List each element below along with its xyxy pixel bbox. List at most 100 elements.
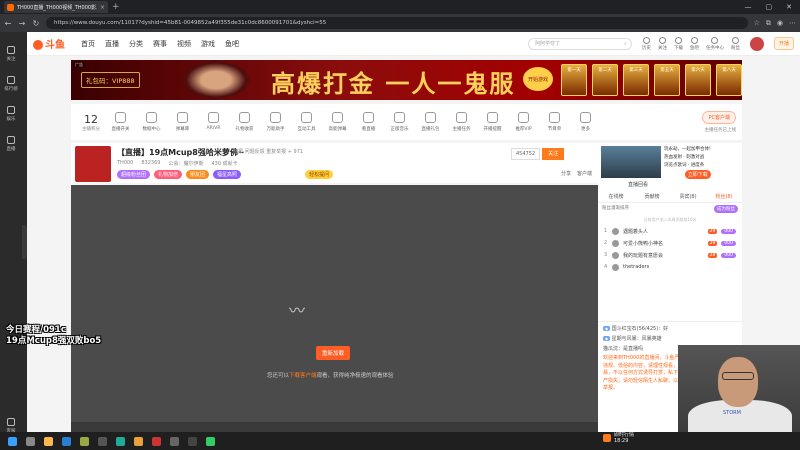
reload-button[interactable]: ↻ — [32, 19, 40, 28]
menu-home[interactable]: 首页 — [81, 39, 95, 49]
banner-slogan: 高爆打金 一人一鬼服 — [271, 69, 516, 98]
history-button[interactable]: 历史 — [642, 36, 651, 51]
become-fan-button[interactable]: 成为粉丝 — [714, 205, 738, 213]
maximize-button[interactable]: ▢ — [766, 3, 773, 11]
minimize-button[interactable]: — — [745, 3, 752, 11]
user-avatar[interactable] — [749, 36, 764, 51]
toolbar-item[interactable]: 正版音乐 — [384, 112, 415, 132]
back-button[interactable]: ← — [4, 19, 12, 28]
badge[interactable]: 福星高照 — [213, 170, 242, 179]
new-tab-button[interactable]: + — [112, 2, 120, 12]
rank-row[interactable]: 1 遇题着头人 29 000 — [598, 225, 742, 237]
toolbar-item[interactable]: 推荐VIP — [508, 112, 539, 132]
forward-button[interactable]: → — [18, 19, 26, 28]
rail-item-follow[interactable]: 关注 — [0, 46, 22, 62]
extensions-icon[interactable]: ⧉ — [766, 19, 771, 28]
download-client-link[interactable]: 下载客户端 — [289, 373, 317, 379]
profile-icon[interactable]: ◉ — [777, 19, 783, 28]
menu-yuba[interactable]: 鱼吧 — [225, 39, 239, 49]
replay-label[interactable]: 直播回看 — [598, 181, 742, 191]
toolbar-item[interactable]: AR/VR — [198, 112, 229, 132]
menu-events[interactable]: 赛事 — [153, 39, 167, 49]
app-icon[interactable] — [116, 436, 125, 446]
rank-row[interactable]: 2 可爱小熊鸭小神名 29 000 — [598, 237, 742, 249]
toolbar-item-label: 礼物收获 — [235, 127, 254, 132]
folder-icon[interactable] — [44, 436, 53, 446]
start-game-button[interactable]: 开始游戏 — [523, 67, 553, 91]
prize-item: 第二天 — [592, 64, 618, 96]
rail-item-fun[interactable]: 娱乐 — [0, 106, 22, 122]
rail-item-live[interactable]: 直播 — [0, 136, 22, 152]
toolbar-item[interactable]: 直播礼包 — [415, 112, 446, 132]
tab-vip[interactable]: 贵宾(8) — [670, 191, 706, 202]
menu-games[interactable]: 游戏 — [201, 39, 215, 49]
app-icon[interactable] — [206, 436, 215, 446]
tab-fans[interactable]: 粉丝(8) — [706, 191, 742, 202]
rail-item-rank[interactable]: 排行榜 — [0, 76, 22, 92]
reload-video-button[interactable]: 重新加载 — [316, 346, 351, 360]
client-button[interactable]: 客户端 — [577, 170, 592, 177]
toolbar-item[interactable]: 开播提醒 — [477, 112, 508, 132]
app-icon[interactable] — [134, 436, 143, 446]
share-button[interactable]: 分享 — [561, 170, 571, 177]
pc-client-button[interactable]: PC客户端 — [702, 111, 736, 124]
tab-contrib[interactable]: 贡献榜 — [634, 191, 670, 202]
toolbar-item[interactable]: 弹幕库 — [167, 112, 198, 132]
tab-close-icon[interactable]: × — [100, 4, 105, 11]
ask-button[interactable]: 轻松提问 — [305, 170, 334, 179]
rank-row[interactable]: 3 我的玩题有意愿会 28 000 — [598, 249, 742, 261]
room-report-links[interactable]: 举报 问题反馈 重复举报 + 971 — [233, 148, 303, 155]
rank-row[interactable]: 4 thetraders — [598, 261, 742, 273]
news-widget[interactable]: 即时行情 18:29 — [603, 432, 634, 444]
menu-video[interactable]: 视频 — [177, 39, 191, 49]
app-icon[interactable] — [152, 436, 161, 446]
video-player[interactable]: 〰 重新加载 您还可以下载客户端观看，获得纯净极速的观看体验 — [71, 185, 598, 432]
edge-icon[interactable] — [62, 436, 71, 446]
toolbar-item[interactable]: 更多 — [570, 112, 601, 132]
app-icon[interactable] — [188, 436, 197, 446]
toolbar-item[interactable]: 高能弹幕 — [322, 112, 353, 132]
close-window-button[interactable]: ✕ — [786, 3, 792, 11]
yuba-button[interactable]: 鱼吧 — [690, 36, 699, 51]
toolbar-item[interactable]: 看直播 — [353, 112, 384, 132]
toolbar-item[interactable]: 万能助手 — [260, 112, 291, 132]
promo-download-button[interactable]: 立即下载 — [684, 170, 711, 179]
ad-banner[interactable]: 广告 礼包码：VIP888 高爆打金 一人一鬼服 开始游戏 第一天 第二天 第三… — [71, 60, 742, 100]
app-icon[interactable] — [80, 436, 89, 446]
douyu-logo[interactable]: 斗鱼 — [33, 36, 65, 51]
browser-tab[interactable]: TH000直播_TH000视频_TH000影... × — [4, 1, 108, 13]
app-icon[interactable] — [170, 436, 179, 446]
toolbar-item[interactable]: 礼物收获 — [229, 112, 260, 132]
star-icon[interactable]: ☆ — [754, 19, 760, 28]
follow-button[interactable]: 关注 — [658, 36, 667, 51]
start-icon[interactable] — [8, 436, 17, 446]
badge[interactable]: 朋友团 — [186, 170, 210, 179]
promo-card[interactable]: 玩永劫，一起加甲合体! 热血发射 · 刺激对战 浏览点歌词 · 进度条 立即下载 — [598, 143, 742, 181]
toolbar-item[interactable]: 数据中心 — [136, 112, 167, 132]
search-icon[interactable]: ⌕ — [624, 41, 627, 47]
tab-online[interactable]: 在线榜 — [598, 191, 634, 202]
badge[interactable]: 礼物加倍 — [154, 170, 183, 179]
follow-button[interactable]: 关注 — [542, 148, 565, 160]
task-center-button[interactable]: 任务中心 — [706, 36, 724, 51]
streamer-avatar[interactable] — [75, 146, 111, 182]
douyu-favicon-icon — [7, 3, 14, 11]
search-icon[interactable] — [26, 436, 35, 446]
url-input[interactable]: https://www.douyu.com/11017?dyshid=45b81… — [46, 17, 748, 29]
open-live-button[interactable]: 开播 — [773, 37, 794, 50]
fans-button[interactable]: 粉丝 — [731, 36, 740, 51]
toolbar-item[interactable]: 直播开关 — [105, 112, 136, 132]
guild-name[interactable]: 公会：魔尔伊斯 — [168, 160, 203, 167]
toolbar-item[interactable]: 主播任务 — [446, 112, 477, 132]
toolbar-item[interactable]: 互动工具 — [291, 112, 322, 132]
badge[interactable]: 超级粉丝团 — [117, 170, 151, 179]
streamer-level[interactable]: 12 主播积分 — [77, 113, 105, 132]
streamer-name[interactable]: TH000 — [117, 160, 133, 167]
menu-live[interactable]: 直播 — [105, 39, 119, 49]
download-button[interactable]: 下载 — [674, 36, 683, 51]
more-menu-icon[interactable]: ⋯ — [789, 19, 796, 28]
search-input[interactable]: 阿阿学夸了 ⌕ — [527, 37, 632, 50]
menu-category[interactable]: 分类 — [129, 39, 143, 49]
toolbar-item[interactable]: 节目单 — [539, 112, 570, 132]
app-icon[interactable] — [98, 436, 107, 446]
